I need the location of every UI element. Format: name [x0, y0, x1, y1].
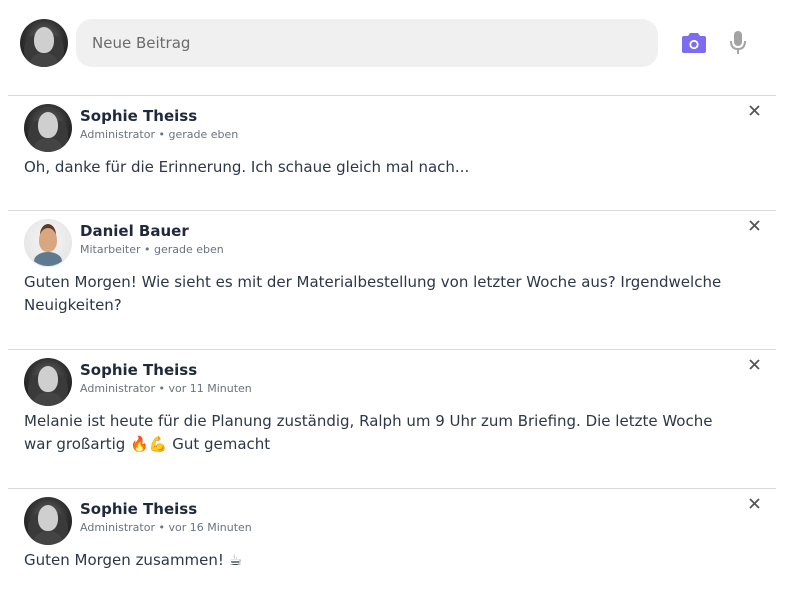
- post-card: Sophie Theiss Administrator • gerade ebe…: [8, 95, 776, 210]
- author-role: Administrator: [80, 521, 155, 534]
- post-meta: Administrator • vor 11 Minuten: [80, 382, 252, 396]
- new-post-input[interactable]: [76, 19, 658, 67]
- post-time: gerade eben: [168, 128, 239, 141]
- post-header: Sophie Theiss Administrator • vor 16 Min…: [24, 497, 252, 545]
- post-card: Sophie Theiss Administrator • vor 16 Min…: [8, 488, 776, 596]
- post-meta: Mitarbeiter • gerade eben: [80, 243, 224, 257]
- post-card: Sophie Theiss Administrator • vor 11 Min…: [8, 349, 776, 488]
- avatar[interactable]: [24, 358, 72, 406]
- post-header: Sophie Theiss Administrator • gerade ebe…: [24, 104, 238, 152]
- post-time: vor 11 Minuten: [168, 382, 252, 395]
- microphone-icon[interactable]: [718, 23, 758, 63]
- author-name[interactable]: Sophie Theiss: [80, 499, 252, 519]
- close-icon[interactable]: [746, 356, 762, 372]
- post-text: Oh, danke für die Erinnerung. Ich schaue…: [24, 158, 470, 176]
- avatar[interactable]: [20, 19, 68, 67]
- post-text: Melanie ist heute für die Planung zustän…: [24, 412, 713, 453]
- author-role: Mitarbeiter: [80, 243, 141, 256]
- avatar[interactable]: [24, 497, 72, 545]
- author-role: Administrator: [80, 128, 155, 141]
- close-icon[interactable]: [746, 102, 762, 118]
- post-composer: [20, 19, 776, 67]
- close-icon[interactable]: [746, 217, 762, 233]
- meta-separator: •: [155, 382, 169, 395]
- post-time: vor 16 Minuten: [168, 521, 252, 534]
- post-card: Daniel Bauer Mitarbeiter • gerade eben G…: [8, 210, 776, 349]
- meta-separator: •: [155, 521, 169, 534]
- post-time: gerade eben: [154, 243, 224, 256]
- post-text: Guten Morgen zusammen! ☕: [24, 551, 243, 569]
- post-meta: Administrator • vor 16 Minuten: [80, 521, 252, 535]
- post-header: Sophie Theiss Administrator • vor 11 Min…: [24, 358, 252, 406]
- meta-separator: •: [140, 243, 155, 256]
- author-name[interactable]: Sophie Theiss: [80, 106, 238, 126]
- avatar[interactable]: [24, 104, 72, 152]
- author-name[interactable]: Daniel Bauer: [80, 221, 224, 241]
- post-text: Guten Morgen! Wie sieht es mit der Mater…: [24, 273, 722, 314]
- avatar[interactable]: [24, 219, 72, 267]
- close-icon[interactable]: [746, 495, 762, 511]
- author-name[interactable]: Sophie Theiss: [80, 360, 252, 380]
- meta-separator: •: [155, 128, 169, 141]
- camera-icon[interactable]: [674, 23, 714, 63]
- post-meta: Administrator • gerade eben: [80, 128, 238, 142]
- author-role: Administrator: [80, 382, 155, 395]
- post-header: Daniel Bauer Mitarbeiter • gerade eben: [24, 219, 224, 267]
